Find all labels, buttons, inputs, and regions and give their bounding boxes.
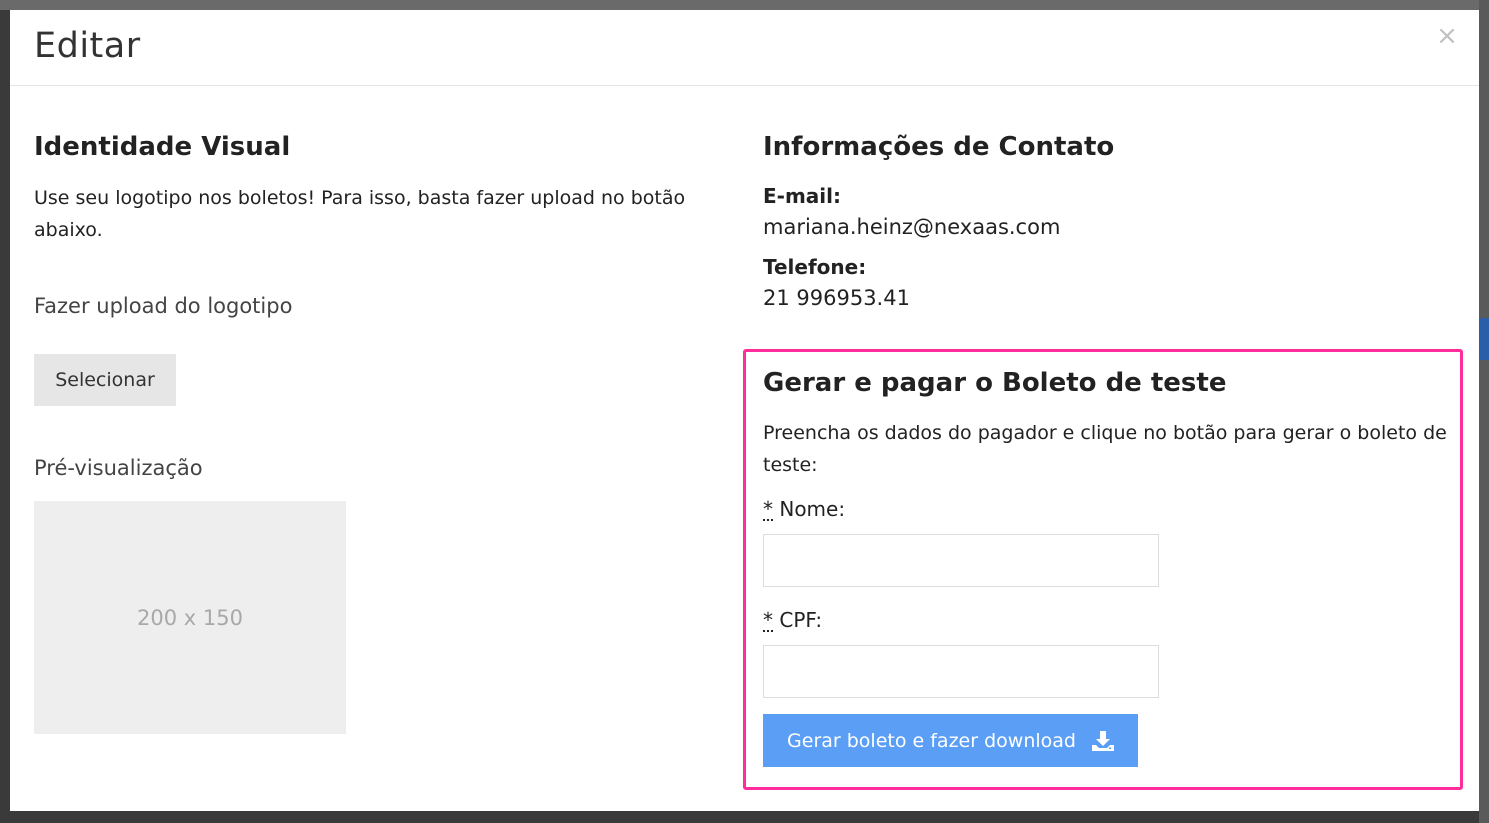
upload-logo-label: Fazer upload do logotipo xyxy=(34,294,293,318)
modal-title: Editar xyxy=(34,26,141,66)
page-backdrop-right xyxy=(1479,0,1489,823)
preview-label: Pré-visualização xyxy=(34,456,203,480)
test-boleto-highlight xyxy=(743,349,1463,790)
phone-value: 21 996953.41 xyxy=(763,286,910,310)
page-backdrop-accent xyxy=(1479,318,1489,360)
edit-modal: Editar × Identidade Visual Use seu logot… xyxy=(10,10,1479,811)
page-backdrop-top xyxy=(0,0,1489,10)
preview-placeholder-text: 200 x 150 xyxy=(137,605,243,630)
select-file-button[interactable]: Selecionar xyxy=(34,354,176,406)
modal-header: Editar × xyxy=(10,10,1479,86)
email-label: E-mail: xyxy=(763,184,842,208)
phone-label: Telefone: xyxy=(763,255,867,279)
visual-identity-description: Use seu logotipo nos boletos! Para isso,… xyxy=(34,187,686,241)
close-icon[interactable]: × xyxy=(1435,23,1459,49)
contact-heading: Informações de Contato xyxy=(763,132,1115,162)
visual-identity-heading: Identidade Visual xyxy=(34,132,291,162)
logo-preview: 200 x 150 xyxy=(34,501,346,734)
email-value: mariana.heinz@nexaas.com xyxy=(763,215,1061,239)
